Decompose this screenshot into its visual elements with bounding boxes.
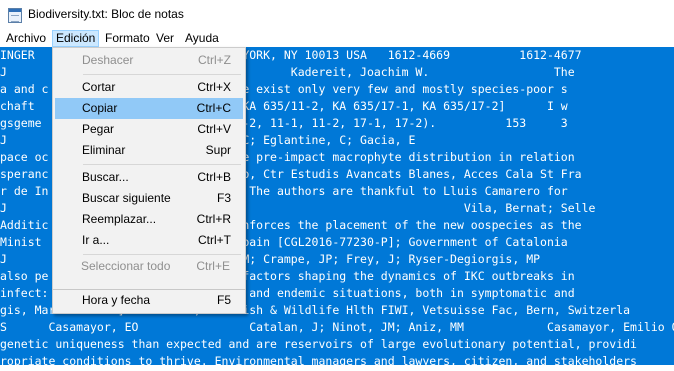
menu-ver[interactable]: Ver	[153, 30, 177, 47]
menu-item-ir-a[interactable]: Ir a... Ctrl+T	[55, 230, 243, 251]
menu-item-copiar[interactable]: Copiar Ctrl+C	[55, 98, 243, 119]
text-line: genetic uniqueness than expected and are…	[0, 336, 674, 353]
menu-formato[interactable]: Formato	[102, 30, 153, 47]
menu-item-hora-y-fecha[interactable]: Hora y fecha F5	[55, 290, 243, 311]
text-line: ropriate conditions to thrive. Environme…	[0, 353, 674, 365]
menu-item-buscar[interactable]: Buscar... Ctrl+B	[55, 167, 243, 188]
window-title: Biodiversity.txt: Bloc de notas	[28, 7, 184, 21]
menu-edicion[interactable]: Edición	[52, 30, 100, 47]
menu-item-deshacer: Deshacer Ctrl+Z	[82, 53, 231, 67]
edit-menu-bottom: Hora y fecha F5	[52, 290, 246, 314]
menu-item-pegar[interactable]: Pegar Ctrl+V	[55, 119, 243, 140]
menu-archivo[interactable]: Archivo	[3, 30, 49, 47]
menu-separator	[83, 74, 241, 75]
menu-item-reemplazar[interactable]: Reemplazar... Ctrl+R	[55, 209, 243, 230]
menu-separator	[83, 254, 241, 255]
text-line: S Casamayor, EO Catalan, J; Ninot, JM; A…	[0, 319, 674, 336]
menu-bar: Archivo Edición Formato Ver Ayuda	[0, 30, 674, 47]
menu-item-buscar-siguiente[interactable]: Buscar siguiente F3	[55, 188, 243, 209]
menu-item-cortar[interactable]: Cortar Ctrl+X	[55, 77, 243, 98]
title-bar[interactable]: Biodiversity.txt: Bloc de notas	[0, 0, 674, 30]
menu-item-eliminar[interactable]: Eliminar Supr	[55, 140, 243, 161]
menu-ayuda[interactable]: Ayuda	[182, 30, 222, 47]
menu-separator	[83, 164, 241, 165]
notepad-icon	[8, 8, 22, 23]
edit-menu-dropdown: Deshacer Ctrl+Z Cortar Ctrl+X Copiar Ctr…	[52, 47, 246, 290]
